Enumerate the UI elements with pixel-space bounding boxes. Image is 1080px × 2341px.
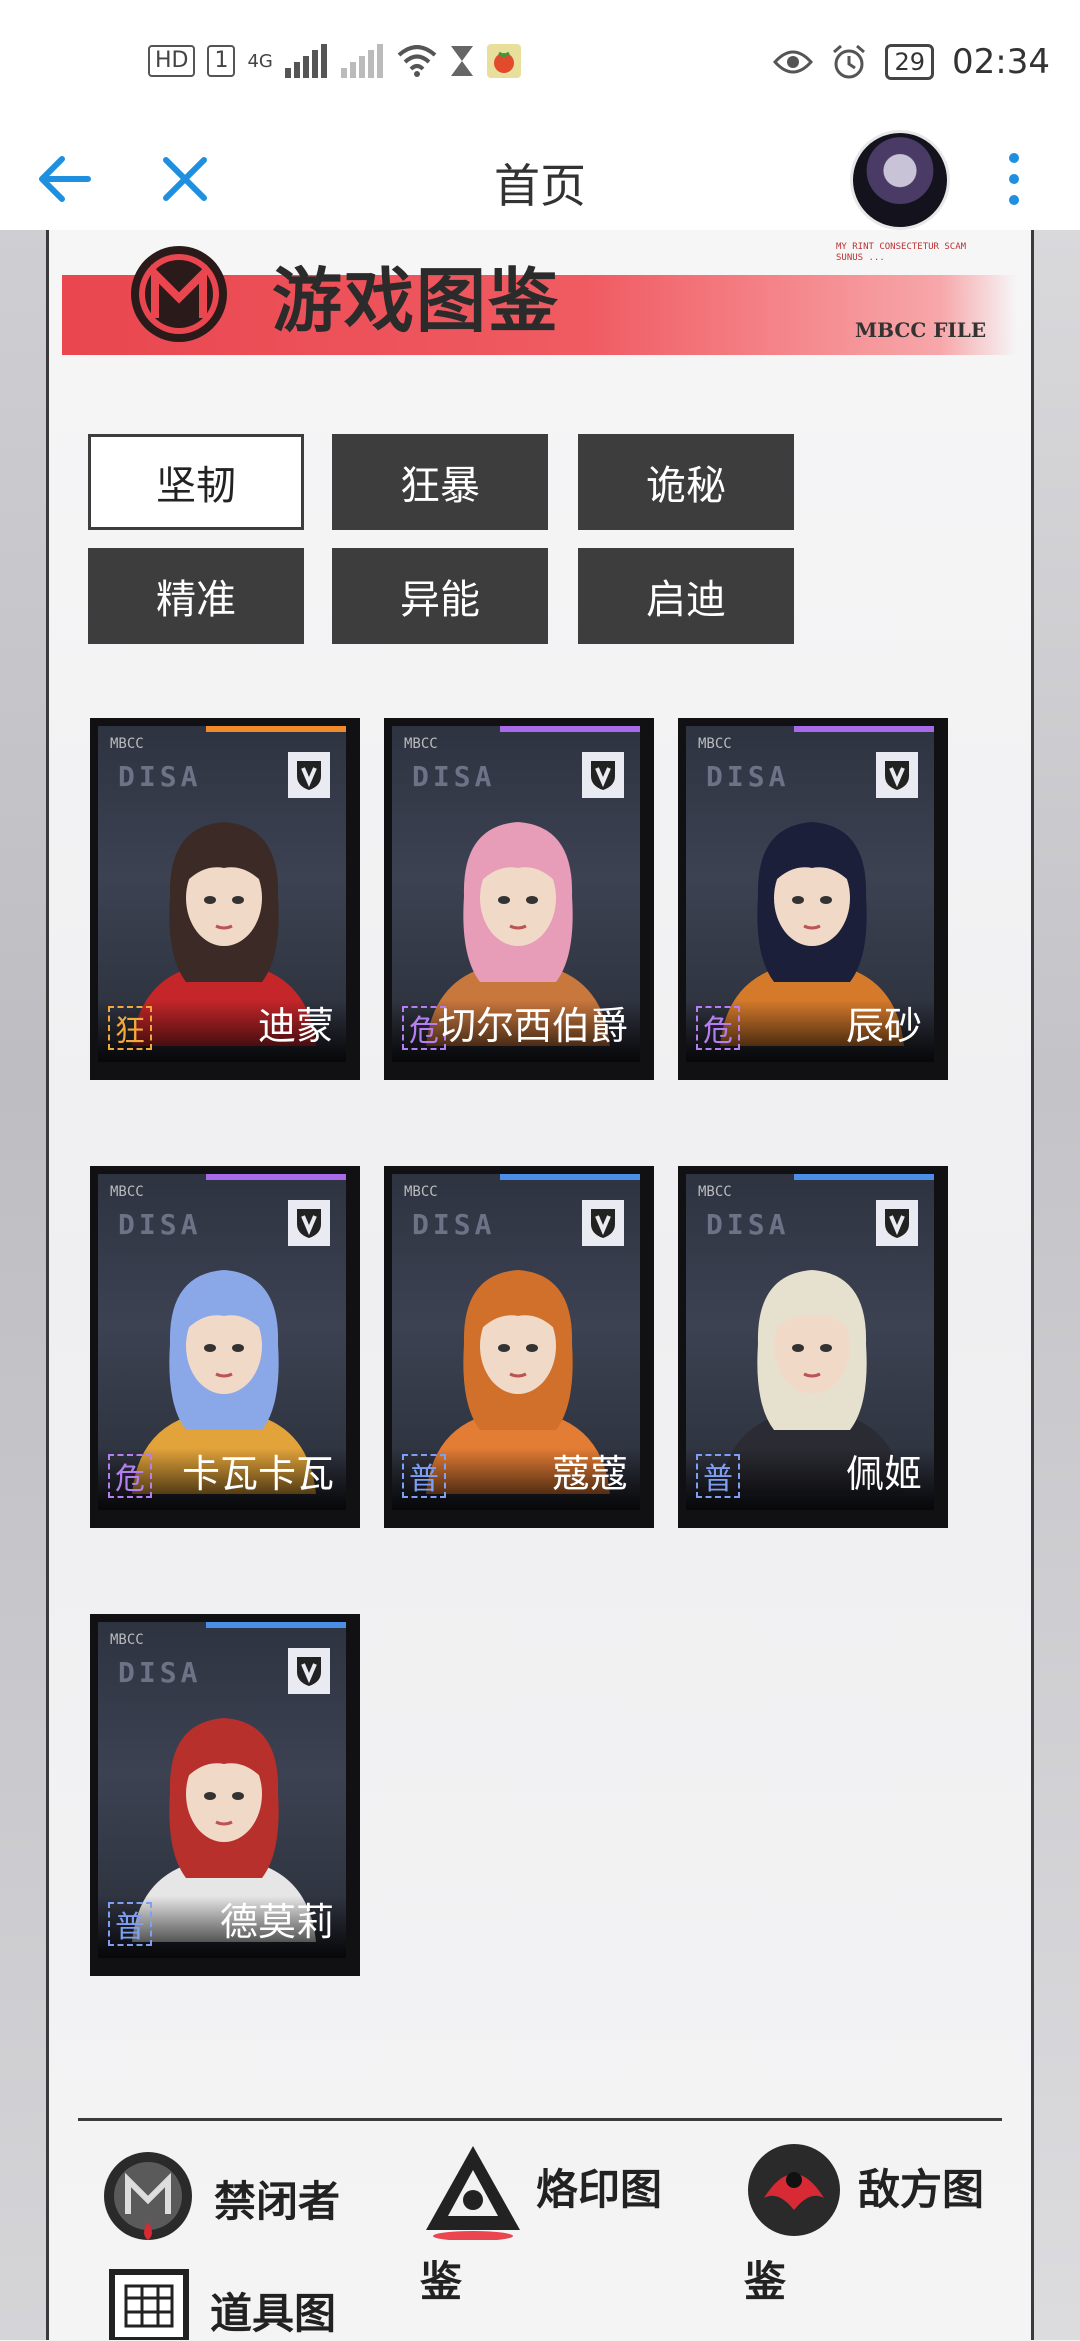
signal-icon bbox=[284, 44, 327, 78]
filter-chip[interactable]: 异能 bbox=[332, 548, 548, 644]
rank-badge: 普 bbox=[402, 1454, 446, 1498]
character-name: 迪蒙 bbox=[257, 1004, 334, 1048]
rank-badge: 危 bbox=[696, 1006, 740, 1050]
filter-chip[interactable]: 启迪 bbox=[578, 548, 794, 644]
rarity-stripe bbox=[206, 1622, 346, 1628]
nav-brand-label-cont[interactable]: 鉴 bbox=[420, 2248, 462, 2309]
avatar[interactable] bbox=[850, 130, 950, 230]
signal-empty-icon bbox=[340, 44, 383, 78]
more-menu-icon[interactable] bbox=[994, 144, 1034, 214]
card-frame: MBCC DISA 普德莫莉 bbox=[98, 1622, 346, 1958]
mbcc-logo-icon bbox=[131, 246, 227, 342]
card-frame: MBCC DISA 普蔻蔻 bbox=[392, 1174, 640, 1510]
card-frame: MBCC DISA 危卡瓦卡瓦 bbox=[98, 1174, 346, 1510]
battery-level: 29 bbox=[885, 44, 935, 80]
card-brand: MBCC bbox=[110, 1632, 144, 1648]
filter-chip[interactable]: 坚韧 bbox=[88, 434, 304, 530]
enemy-emblem-icon[interactable] bbox=[744, 2140, 844, 2240]
rarity-stripe bbox=[500, 1174, 640, 1180]
rarity-stripe bbox=[206, 726, 346, 732]
rank-badge: 危 bbox=[108, 1454, 152, 1498]
card-brand: MBCC bbox=[110, 1184, 144, 1200]
rank-badge: 普 bbox=[108, 1902, 152, 1946]
character-card[interactable]: MBCC DISA 危卡瓦卡瓦 bbox=[90, 1166, 360, 1528]
filter-chip[interactable]: 狂暴 bbox=[332, 434, 548, 530]
character-card[interactable]: MBCC DISA 危切尔西伯爵 bbox=[384, 718, 654, 1080]
character-name: 蔻蔻 bbox=[551, 1452, 628, 1496]
alarm-icon bbox=[833, 44, 866, 79]
character-card[interactable]: MBCC DISA 普蔻蔻 bbox=[384, 1166, 654, 1528]
nav-prisoners-label[interactable]: 禁闭者 bbox=[214, 2168, 340, 2229]
status-time: 02:34 bbox=[952, 42, 1050, 82]
character-name: 切尔西伯爵 bbox=[437, 1004, 628, 1048]
nav-divider bbox=[78, 2118, 1002, 2121]
status-bar: HD 1 4G 29 02:34 bbox=[0, 0, 1080, 130]
rarity-stripe bbox=[794, 726, 934, 732]
card-frame: MBCC DISA 危辰砂 bbox=[686, 726, 934, 1062]
filter-chip[interactable]: 诡秘 bbox=[578, 434, 794, 530]
header-title: 游戏图鉴 bbox=[272, 260, 560, 342]
character-name: 德莫莉 bbox=[219, 1900, 334, 1944]
card-brand: MBCC bbox=[404, 736, 438, 752]
tomato-app-icon bbox=[486, 44, 521, 78]
character-card[interactable]: MBCC DISA 狂迪蒙 bbox=[90, 718, 360, 1080]
network-label: 4G bbox=[247, 50, 273, 72]
header-tag: MBCC FILE bbox=[855, 318, 987, 342]
nav-items-label[interactable]: 道具图 bbox=[210, 2280, 336, 2341]
app-bar: 首页 bbox=[0, 130, 1080, 230]
character-card[interactable]: MBCC DISA 危辰砂 bbox=[678, 718, 948, 1080]
character-name: 卡瓦卡瓦 bbox=[181, 1452, 334, 1496]
background-art-left bbox=[0, 230, 48, 2340]
card-frame: MBCC DISA 狂迪蒙 bbox=[98, 726, 346, 1062]
nav-brand-label[interactable]: 烙印图 bbox=[536, 2156, 662, 2217]
rarity-stripe bbox=[500, 726, 640, 732]
rank-badge: 狂 bbox=[108, 1006, 152, 1050]
card-brand: MBCC bbox=[110, 736, 144, 752]
character-card[interactable]: MBCC DISA 普佩姬 bbox=[678, 1166, 948, 1528]
filter-chip[interactable]: 精准 bbox=[88, 548, 304, 644]
item-box-icon[interactable] bbox=[108, 2268, 190, 2340]
hourglass-icon bbox=[450, 46, 473, 76]
rank-badge: 普 bbox=[696, 1454, 740, 1498]
nav-enemy-label[interactable]: 敌方图 bbox=[858, 2156, 984, 2217]
character-name: 佩姬 bbox=[845, 1452, 922, 1496]
header-small-text: MY RINT CONSECTETUR SCAM SUNUS ... bbox=[836, 242, 967, 263]
hd-badge: HD bbox=[148, 45, 196, 77]
background-art-right bbox=[1034, 230, 1080, 2340]
nav-enemy-label-cont[interactable]: 鉴 bbox=[744, 2248, 786, 2309]
card-frame: MBCC DISA 普佩姬 bbox=[686, 1174, 934, 1510]
character-name: 辰砂 bbox=[845, 1004, 922, 1048]
sim-badge: 1 bbox=[207, 45, 236, 77]
rarity-stripe bbox=[206, 1174, 346, 1180]
card-brand: MBCC bbox=[404, 1184, 438, 1200]
prisoner-emblem-icon[interactable] bbox=[100, 2148, 196, 2244]
rarity-stripe bbox=[794, 1174, 934, 1180]
card-frame: MBCC DISA 危切尔西伯爵 bbox=[392, 726, 640, 1062]
eye-comfort-icon bbox=[773, 50, 814, 74]
card-brand: MBCC bbox=[698, 736, 732, 752]
character-card[interactable]: MBCC DISA 普德莫莉 bbox=[90, 1614, 360, 1976]
wifi-icon bbox=[397, 45, 437, 77]
card-brand: MBCC bbox=[698, 1184, 732, 1200]
brand-triangle-icon[interactable] bbox=[420, 2140, 526, 2240]
